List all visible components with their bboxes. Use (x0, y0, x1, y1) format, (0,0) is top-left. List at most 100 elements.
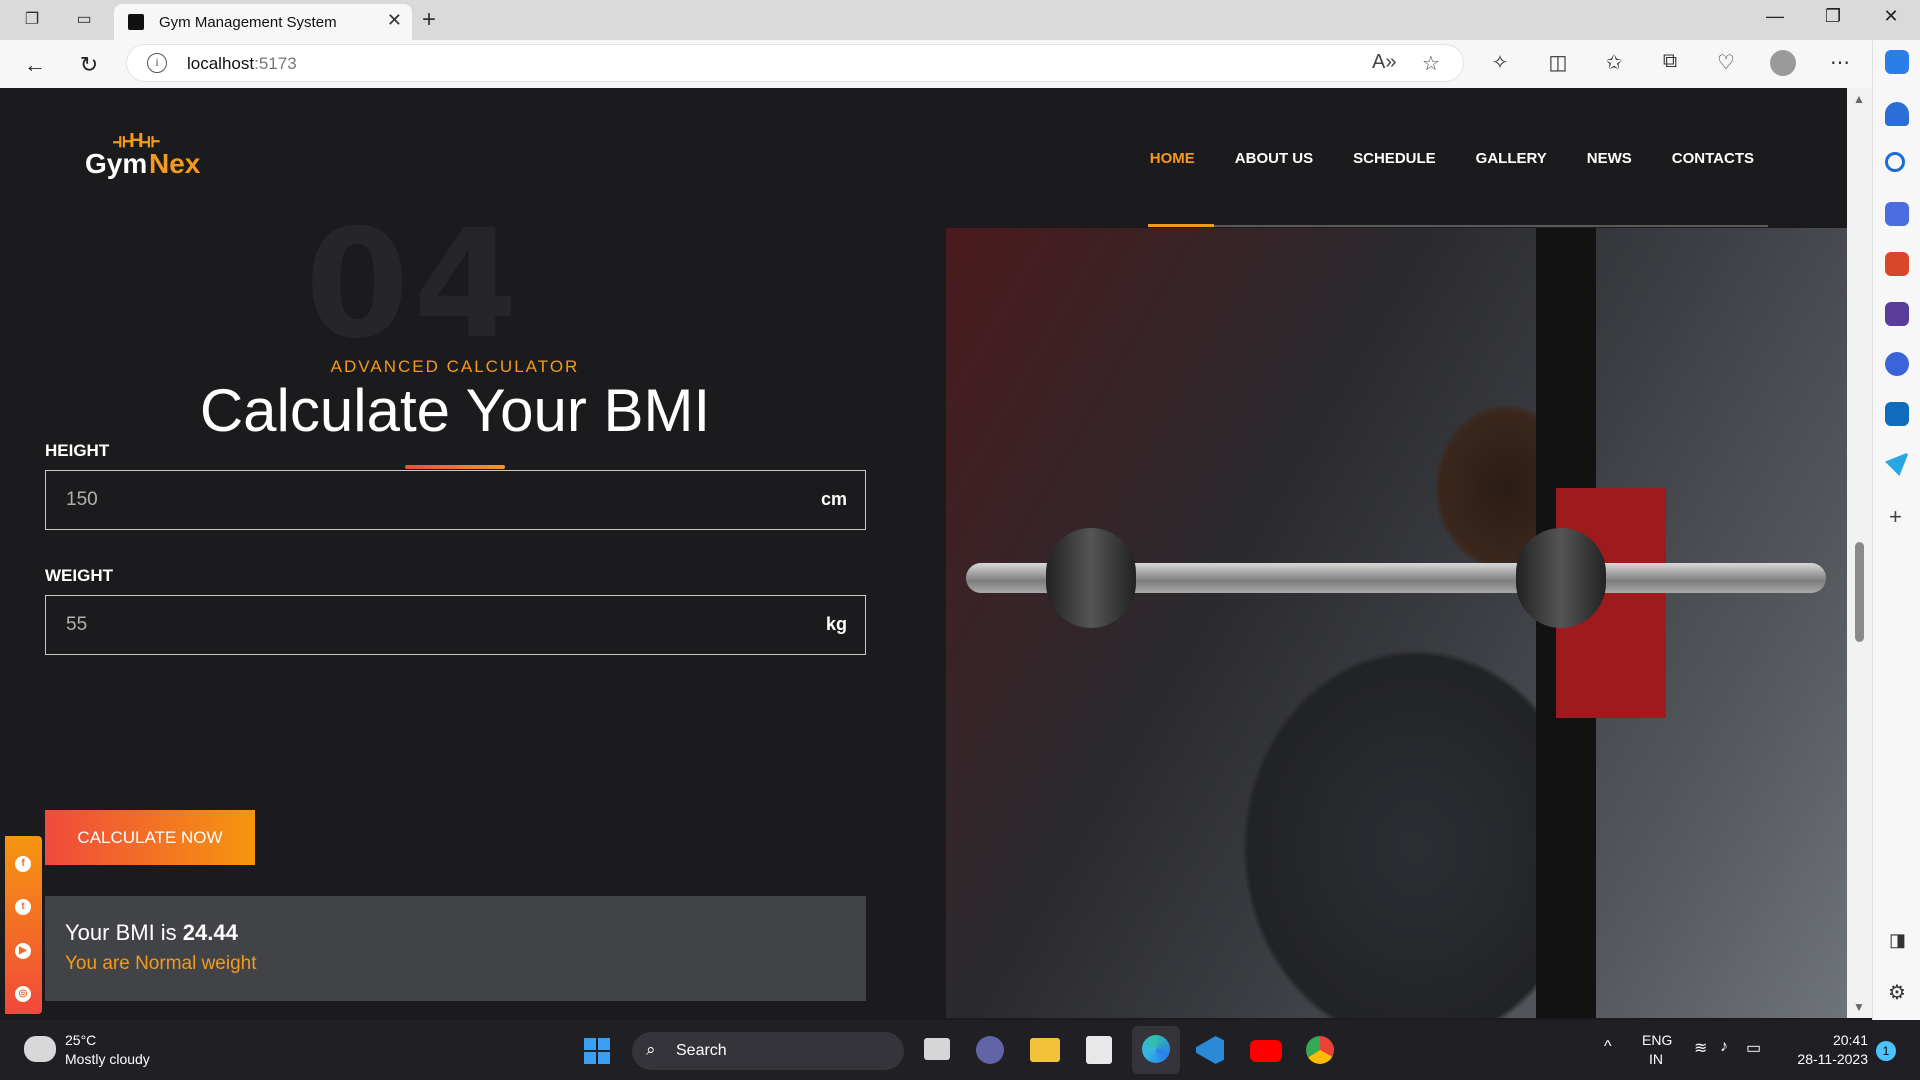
extensions-icon[interactable]: ✧ (1486, 50, 1514, 75)
workspaces-icon[interactable]: ❐ (20, 8, 44, 32)
bmi-result-box: Your BMI is 24.44 You are Normal weight (45, 896, 866, 1001)
page-scrollbar[interactable]: ▲ ▼ (1847, 88, 1872, 1018)
nav-schedule[interactable]: SCHEDULE (1353, 150, 1436, 167)
calculate-now-button[interactable]: CALCULATE NOW (45, 810, 255, 865)
title-divider (405, 465, 505, 469)
url-text[interactable]: localhost:5173 (187, 54, 297, 74)
bmi-result-line: Your BMI is 24.44 (65, 920, 238, 945)
more-menu-icon[interactable]: ⋯ (1826, 50, 1854, 75)
hide-sidebar-icon[interactable]: ◨ (1889, 930, 1906, 951)
region-indicator[interactable]: IN (1649, 1051, 1663, 1067)
file-explorer-icon[interactable] (1030, 1038, 1060, 1062)
tab-title: Gym Management System (159, 14, 337, 31)
nav-home[interactable]: HOME (1150, 150, 1195, 167)
minimize-icon[interactable]: — (1760, 6, 1790, 27)
nav-contacts[interactable]: CONTACTS (1672, 150, 1754, 167)
battery-icon[interactable]: ▭ (1746, 1038, 1761, 1058)
facebook-icon[interactable]: f (15, 856, 31, 872)
sidebar-settings-icon[interactable]: ⚙ (1888, 980, 1906, 1005)
nav-news[interactable]: NEWS (1587, 150, 1632, 167)
add-sidebar-app-icon[interactable]: + (1889, 504, 1902, 530)
search-sidebar-icon[interactable] (1885, 152, 1905, 172)
favorite-star-icon[interactable]: ☆ (1422, 51, 1440, 76)
shopping-icon[interactable] (1885, 202, 1909, 226)
games-icon[interactable] (1885, 302, 1909, 326)
chrome-icon[interactable] (1306, 1036, 1334, 1064)
scroll-thumb[interactable] (1855, 542, 1864, 642)
twitter-icon[interactable]: t (15, 899, 31, 915)
language-indicator[interactable]: ENG (1642, 1032, 1672, 1048)
browser-essentials-icon[interactable]: ♡ (1712, 50, 1740, 75)
clock-date[interactable]: 28-11-2023 (1797, 1051, 1868, 1067)
height-input[interactable] (46, 471, 806, 528)
profile-avatar[interactable] (1770, 50, 1796, 76)
weather-cloud-icon[interactable] (24, 1036, 56, 1062)
weight-input[interactable] (46, 596, 806, 653)
youtube-app-icon[interactable] (1250, 1040, 1282, 1062)
microsoft-365-icon[interactable] (1885, 352, 1909, 376)
nav-gallery[interactable]: GALLERY (1476, 150, 1547, 167)
section-number: 04 (305, 198, 522, 372)
restore-icon[interactable]: ❐ (1818, 6, 1848, 27)
tools-icon[interactable] (1885, 252, 1909, 276)
weight-field[interactable]: kg (45, 595, 866, 655)
back-icon[interactable]: ← (20, 50, 50, 80)
bmi-status: You are Normal weight (65, 953, 257, 974)
windows-taskbar: 25°C Mostly cloudy ⌕ Search ^ ENG IN ≋ ♪… (0, 1020, 1920, 1080)
collections-icon[interactable]: ⧉ (1656, 50, 1684, 73)
clock-time[interactable]: 20:41 (1833, 1032, 1868, 1048)
weather-temp[interactable]: 25°C (65, 1032, 96, 1048)
microsoft-store-icon[interactable] (1086, 1036, 1112, 1064)
volume-icon[interactable]: ♪ (1720, 1038, 1728, 1056)
woman-lifting-barbell-photo (946, 228, 1847, 1018)
browser-tab[interactable]: Gym Management System ✕ (114, 4, 412, 40)
new-tab-icon[interactable]: + (422, 6, 436, 34)
edge-sidebar: + ◨ ⚙ (1872, 40, 1920, 1020)
taskbar-search-label: Search (676, 1042, 727, 1059)
youtube-icon[interactable]: ▶ (15, 943, 31, 959)
notification-badge[interactable]: 1 (1876, 1041, 1896, 1061)
section-subtitle: ADVANCED CALCULATOR (330, 357, 580, 376)
height-field[interactable]: cm (45, 470, 866, 530)
taskbar-search-box[interactable]: ⌕ Search (632, 1032, 904, 1070)
notifications-icon[interactable] (1885, 102, 1909, 126)
bmi-value: 24.44 (182, 920, 238, 945)
weight-label: WEIGHT (45, 566, 113, 585)
edge-taskbar-item[interactable] (1132, 1026, 1180, 1074)
tab-actions-icon[interactable]: ▭ (72, 8, 96, 32)
favorites-icon[interactable]: ✩ (1600, 50, 1628, 75)
site-favicon-icon (128, 14, 144, 30)
close-tab-icon[interactable]: ✕ (387, 10, 402, 31)
section-title: Calculate Your BMI (199, 377, 711, 444)
drop-icon[interactable] (1885, 452, 1909, 476)
teams-chat-icon[interactable] (976, 1036, 1004, 1064)
close-window-icon[interactable]: ✕ (1876, 6, 1906, 27)
weather-condition[interactable]: Mostly cloudy (65, 1051, 150, 1067)
refresh-icon[interactable]: ↻ (74, 50, 104, 80)
vscode-icon[interactable] (1196, 1036, 1224, 1064)
weight-unit: kg (825, 614, 847, 634)
height-label: HEIGHT (45, 441, 110, 460)
outlook-icon[interactable] (1885, 402, 1909, 426)
search-icon: ⌕ (646, 1040, 656, 1059)
windows-start-icon[interactable] (584, 1038, 610, 1064)
show-hidden-icons-icon[interactable]: ^ (1604, 1038, 1612, 1056)
logo-text-nex: Nex (149, 148, 201, 179)
scroll-down-icon[interactable]: ▼ (1853, 1000, 1865, 1014)
address-bar[interactable]: i localhost:5173 A» ☆ (126, 44, 1464, 82)
scroll-up-icon[interactable]: ▲ (1853, 92, 1865, 106)
nav-underline (1148, 224, 1768, 227)
weight-plate-left (1046, 528, 1136, 628)
browser-tab-bar: ❐ ▭ Gym Management System ✕ + — ❐ ✕ (0, 0, 1920, 40)
instagram-icon[interactable]: ◎ (15, 986, 31, 1002)
read-aloud-icon[interactable]: A» (1372, 51, 1396, 74)
site-info-icon[interactable]: i (147, 53, 167, 73)
weight-plate-right (1516, 528, 1606, 628)
copilot-icon[interactable] (1885, 50, 1909, 74)
social-bar: f t ▶ ◎ (5, 836, 42, 1014)
wifi-icon[interactable]: ≋ (1694, 1038, 1707, 1058)
task-view-icon[interactable] (924, 1038, 950, 1060)
site-navigation: HOME ABOUT US SCHEDULE GALLERY NEWS CONT… (1150, 150, 1754, 167)
nav-about-us[interactable]: ABOUT US (1235, 150, 1313, 167)
split-screen-icon[interactable]: ◫ (1544, 50, 1572, 75)
